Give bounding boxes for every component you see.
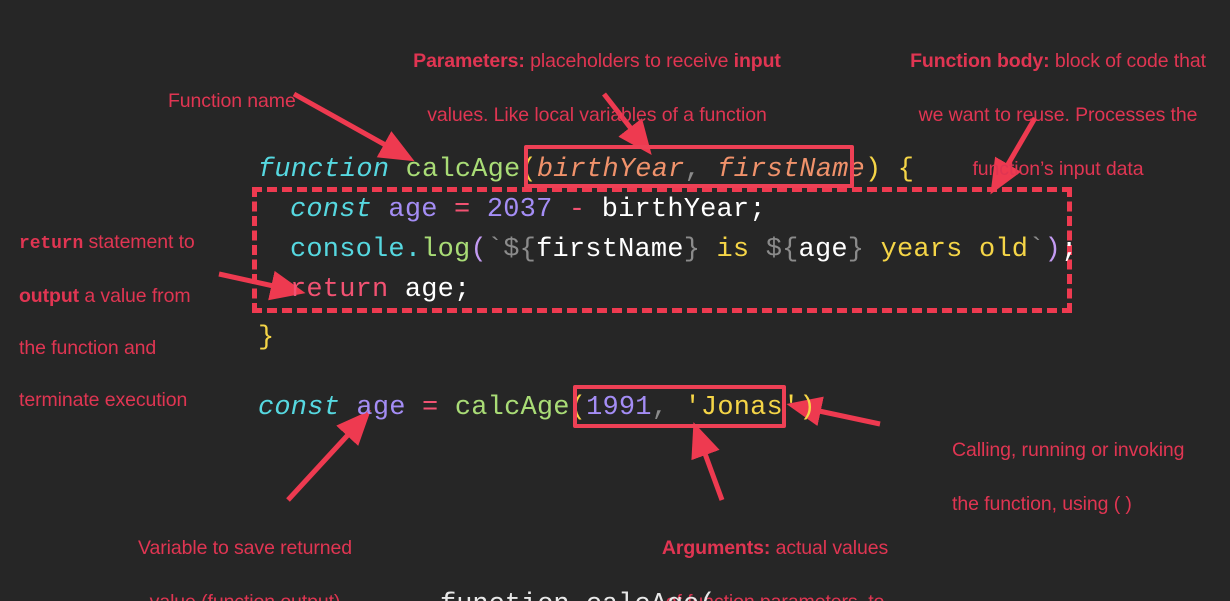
token-call-const-keyword: const	[258, 393, 341, 423]
annotation-parameters-line1: placeholders to receive	[524, 50, 734, 72]
annotation-return-line3: the function and	[19, 337, 157, 359]
token-return-keyword: return	[290, 275, 389, 305]
annotation-variable-save: Variable to save returned value (functio…	[108, 508, 382, 601]
token-backtick-open: `	[486, 235, 504, 265]
annotation-calling: Calling, running or invoking the functio…	[952, 410, 1230, 518]
token-text-years-old: years old	[864, 235, 1029, 265]
annotation-function-name: Function name	[168, 61, 348, 115]
annotation-function-name-label: Function name	[168, 90, 296, 112]
code-line-const-age: const age = 2037 - birthYear;	[290, 190, 766, 230]
token-birthyear-operand: birthYear	[601, 195, 750, 225]
annotation-parameters-bold-input: input	[733, 50, 781, 72]
token-log-close-paren: )	[1044, 235, 1062, 265]
annotation-arguments: Arguments: actual values of function par…	[620, 508, 930, 601]
annotation-return-line2: a value from	[79, 285, 191, 307]
token-minus: -	[552, 195, 602, 225]
annotation-return-keyword: return	[19, 234, 84, 254]
token-age-variable: age	[388, 195, 438, 225]
code-line-return: return age;	[290, 270, 470, 310]
token-interp1-firstname: firstName	[536, 235, 684, 265]
annotation-arguments-line1: actual values	[770, 537, 889, 559]
token-semicolon: ;	[749, 195, 766, 225]
annotation-function-body-line3: function’s input data	[972, 158, 1144, 180]
annotation-parameters-line2: values. Like local variables of a functi…	[427, 104, 767, 126]
annotation-function-body-line1: block of code that	[1049, 50, 1206, 72]
token-interp1-close: }	[683, 235, 701, 265]
token-call-function-name: calcAge	[454, 393, 570, 423]
arguments-highlight-box	[573, 385, 786, 428]
code-line-console-log: console.log(`${firstName} is ${age} year…	[290, 230, 1077, 270]
arrow-arguments	[691, 422, 725, 501]
token-equals: =	[437, 195, 487, 225]
annotation-calling-line1: Calling, running or invoking	[952, 439, 1185, 461]
annotation-return-line4: terminate execution	[19, 389, 188, 411]
parameters-highlight-box	[524, 145, 854, 188]
token-interp1-open: ${	[503, 235, 537, 265]
code-closing-brace: }	[258, 323, 275, 353]
annotation-return-line1: statement to	[83, 231, 195, 253]
token-log-method: log	[421, 235, 471, 265]
token-log-semicolon: ;	[1061, 235, 1078, 265]
annotation-variable-save-line1: Variable to save returned	[138, 537, 352, 559]
token-call-equals: =	[405, 393, 455, 423]
annotation-parameters-lead: Parameters:	[413, 50, 525, 72]
annotation-function-body: Function body: block of code that we wan…	[886, 21, 1230, 183]
annotation-return-statement: return statement to output a value from …	[19, 203, 231, 413]
token-function-keyword: function	[258, 155, 390, 185]
arrow-variable-save	[286, 410, 371, 502]
token-return-semicolon: ;	[454, 275, 471, 305]
annotation-arguments-lead: Arguments:	[661, 537, 771, 559]
diagram-canvas: function calcAge(birthYear, firstName) {…	[0, 0, 1230, 601]
token-log-open-paren: (	[470, 235, 487, 265]
token-dot: .	[404, 235, 422, 265]
token-console-object: console	[290, 235, 405, 265]
token-interp2-open: ${	[765, 235, 799, 265]
token-text-is: is	[700, 235, 766, 265]
token-interp2-close: }	[847, 235, 865, 265]
annotation-parameters: Parameters: placeholders to receive inpu…	[391, 21, 803, 129]
token-const-keyword: const	[290, 195, 373, 225]
token-call-close-paren: )	[799, 393, 816, 423]
clipped-code-line-bottom: function calcAge(	[440, 590, 780, 601]
token-return-value: age	[404, 275, 455, 305]
token-number-2037: 2037	[486, 195, 553, 225]
arrow-calling	[786, 396, 881, 427]
token-interp2-age: age	[798, 235, 848, 265]
annotation-variable-save-line2: value (function output)	[150, 591, 341, 601]
token-close-paren: )	[864, 155, 882, 185]
annotation-return-bold-output: output	[19, 285, 80, 307]
token-function-name: calcAge	[405, 155, 521, 185]
annotation-function-body-lead: Function body:	[910, 50, 1050, 72]
annotation-calling-line2: the function, using ( )	[952, 493, 1132, 515]
annotation-function-body-line2: we want to reuse. Processes the	[918, 104, 1198, 126]
token-backtick-close: `	[1028, 235, 1045, 265]
token-call-age-variable: age	[356, 393, 406, 423]
